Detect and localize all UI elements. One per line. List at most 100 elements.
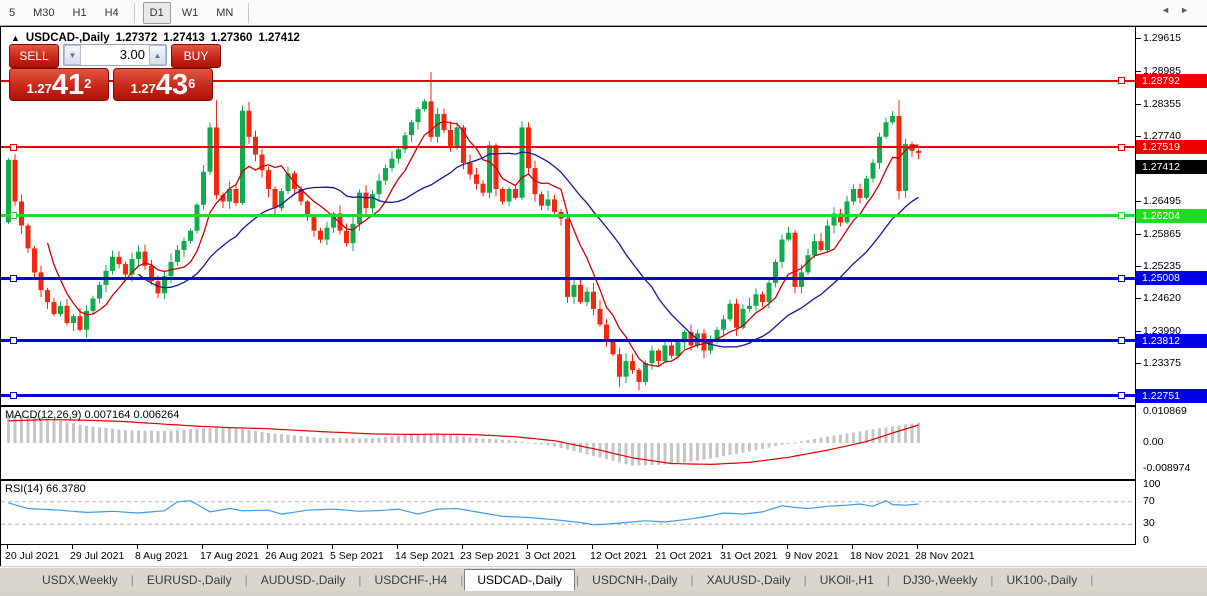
timeframe-button-h1[interactable]: H1 — [66, 2, 94, 24]
date-label: 17 Aug 2021 — [200, 550, 259, 562]
date-label: 3 Oct 2021 — [525, 550, 576, 562]
tab-separator: | — [1089, 573, 1094, 587]
date-tick — [787, 545, 788, 549]
rsi-value: 66.3780 — [46, 483, 86, 495]
buy-price-pip: 6 — [188, 69, 195, 99]
price-axis[interactable]: 1.296151.289851.283551.277401.271101.264… — [1135, 27, 1207, 545]
date-label: 23 Sep 2021 — [460, 550, 520, 562]
timeframe-button-h4[interactable]: H4 — [98, 2, 126, 24]
ohlc-high: 1.27413 — [163, 32, 205, 44]
tab-dj30-weekly[interactable]: DJ30-,Weekly — [891, 570, 989, 590]
volume-spinner: ▼ 3.00 ▲ — [63, 44, 167, 66]
date-label: 26 Aug 2021 — [265, 550, 324, 562]
date-label: 5 Sep 2021 — [330, 550, 384, 562]
line-handle-icon[interactable] — [1118, 392, 1125, 399]
line-handle-icon[interactable] — [10, 144, 17, 151]
current-price-badge: 1.27412 — [1136, 160, 1207, 174]
price-level-line-1.27519[interactable] — [1, 146, 1135, 148]
macd-indicator-pane: MACD(12,26,9) 0.007164 0.006264 — [1, 406, 1135, 480]
date-tick — [527, 545, 528, 549]
one-click-trading-panel: SELL ▼ 3.00 ▲ BUY 1.27412 1.27436 — [9, 44, 221, 101]
price-chart-pane: ▲ USDCAD-,Daily 1.27372 1.27413 1.27360 … — [1, 27, 1135, 406]
price-level-badge: 1.28792 — [1136, 74, 1207, 88]
price-axis-tick: 1.25865 — [1143, 228, 1181, 240]
line-handle-icon[interactable] — [1118, 144, 1125, 151]
line-handle-icon[interactable] — [1118, 275, 1125, 282]
price-axis-tick: 1.29615 — [1143, 32, 1181, 44]
line-handle-icon[interactable] — [10, 337, 17, 344]
tab-scroll-left-icon[interactable]: ◄ — [1161, 5, 1180, 15]
line-handle-icon[interactable] — [1118, 337, 1125, 344]
buy-price-button[interactable]: 1.27436 — [113, 68, 213, 101]
tab-xauusd-daily[interactable]: XAUUSD-,Daily — [695, 570, 803, 590]
tab-scroll-right-icon[interactable]: ► — [1180, 5, 1199, 15]
date-axis[interactable]: 20 Jul 2021 29 Jul 2021 8 Aug 2021 17 Aug 2… — [1, 545, 1207, 566]
tab-scroll-arrows: ◄► — [1161, 5, 1199, 15]
date-label: 18 Nov 2021 — [850, 550, 910, 562]
buy-price-prefix: 1.27 — [131, 80, 156, 98]
timeframe-button-m30[interactable]: M30 — [26, 2, 61, 24]
date-tick — [397, 545, 398, 549]
price-axis-tick: 1.26495 — [1143, 195, 1181, 207]
tab-audusd-daily[interactable]: AUDUSD-,Daily — [249, 570, 358, 590]
price-axis-tick: 1.28355 — [1143, 98, 1181, 110]
tab-eurusd-daily[interactable]: EURUSD-,Daily — [135, 570, 244, 590]
date-label: 9 Nov 2021 — [785, 550, 839, 562]
line-handle-icon[interactable] — [10, 275, 17, 282]
macd-axis-label: -0.008974 — [1143, 462, 1190, 474]
macd-label: MACD(12,26,9) 0.007164 0.006264 — [5, 409, 179, 421]
symbol-tab-bar: USDX,Weekly|EURUSD-,Daily|AUDUSD-,Daily|… — [0, 567, 1207, 591]
date-tick — [332, 545, 333, 549]
tab-usdcad-daily[interactable]: USDCAD-,Daily — [464, 569, 575, 591]
toolbar-separator — [248, 3, 249, 23]
sell-price-button[interactable]: 1.27412 — [9, 68, 109, 101]
rsi-indicator-pane: RSI(14) 66.3780 — [1, 480, 1135, 545]
date-label: 8 Aug 2021 — [135, 550, 188, 562]
timeframe-button-d1[interactable]: D1 — [143, 2, 171, 24]
price-axis-tick: 1.23375 — [1143, 357, 1181, 369]
volume-decrease-icon[interactable]: ▼ — [64, 45, 81, 65]
sell-price-pip: 2 — [84, 69, 91, 99]
line-handle-icon[interactable] — [1118, 212, 1125, 219]
price-level-badge: 1.26204 — [1136, 209, 1207, 223]
price-level-line-1.23812[interactable] — [1, 339, 1135, 342]
timeframe-toolbar: 5M30H1H4 D1W1MN — [0, 0, 1207, 26]
rsi-axis-label: 30 — [1143, 517, 1155, 529]
ohlc-open: 1.27372 — [116, 32, 158, 44]
tab-usdchf-h4[interactable]: USDCHF-,H4 — [363, 570, 460, 590]
line-handle-icon[interactable] — [10, 212, 17, 219]
sell-price-prefix: 1.27 — [27, 80, 52, 98]
buy-button[interactable]: BUY — [171, 44, 221, 68]
ohlc-low: 1.27360 — [211, 32, 253, 44]
date-tick — [72, 545, 73, 549]
tab-usdcnh-daily[interactable]: USDCNH-,Daily — [580, 570, 689, 590]
volume-increase-icon[interactable]: ▲ — [149, 45, 166, 65]
tab-ukoil-h1[interactable]: UKOil-,H1 — [808, 570, 886, 590]
sell-button[interactable]: SELL — [9, 44, 59, 68]
collapse-chart-icon[interactable]: ▲ — [11, 33, 20, 43]
date-tick — [267, 545, 268, 549]
tab-uk100-daily[interactable]: UK100-,Daily — [995, 570, 1090, 590]
line-handle-icon[interactable] — [10, 392, 17, 399]
macd-value-main: 0.007164 — [84, 409, 130, 421]
rsi-axis-label: 100 — [1143, 478, 1161, 490]
date-tick — [917, 545, 918, 549]
line-handle-icon[interactable] — [1118, 77, 1125, 84]
rsi-label: RSI(14) 66.3780 — [5, 483, 86, 495]
date-tick — [462, 545, 463, 549]
volume-input[interactable]: 3.00 — [81, 45, 149, 65]
date-label: 29 Jul 2021 — [70, 550, 124, 562]
timeframe-button-mn[interactable]: MN — [209, 2, 240, 24]
timeframe-button-5[interactable]: 5 — [2, 2, 22, 24]
price-level-line-1.25008[interactable] — [1, 277, 1135, 280]
date-label: 14 Sep 2021 — [395, 550, 455, 562]
chart-title: ▲ USDCAD-,Daily 1.27372 1.27413 1.27360 … — [11, 32, 300, 44]
buy-price-big: 43 — [156, 72, 188, 98]
price-level-line-1.22751[interactable] — [1, 394, 1135, 397]
date-label: 12 Oct 2021 — [590, 550, 647, 562]
tab-usdx-weekly[interactable]: USDX,Weekly — [30, 570, 130, 590]
price-level-line-1.26204[interactable] — [1, 214, 1135, 217]
ohlc-close: 1.27412 — [258, 32, 300, 44]
timeframe-button-w1[interactable]: W1 — [175, 2, 206, 24]
date-label: 20 Jul 2021 — [5, 550, 59, 562]
